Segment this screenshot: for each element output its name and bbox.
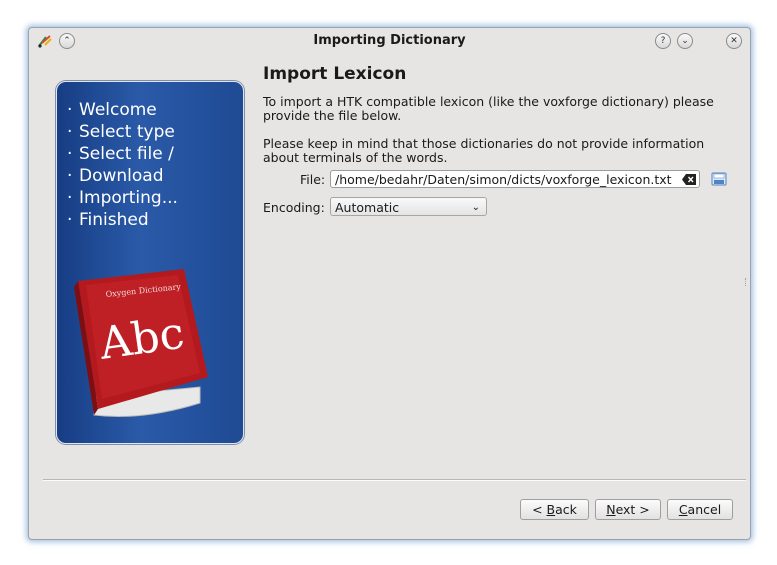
chevron-down-icon: ⌄: [681, 36, 689, 46]
dictionary-book-icon: Oxygen Dictionary Abc: [74, 269, 208, 417]
resize-grip[interactable]: [745, 278, 748, 286]
step-select-type: Select type: [67, 121, 178, 143]
cancel-accelerator: C: [678, 502, 688, 517]
encoding-select[interactable]: Automatic ⌄: [330, 197, 487, 216]
step-welcome: Welcome: [67, 99, 178, 121]
back-accelerator: B: [546, 502, 556, 517]
note-text-line2: about terminals of the words.: [263, 150, 448, 165]
step-finished: Finished: [67, 209, 178, 231]
dialog-window: ⌃ Importing Dictionary ? ⌄ ✕ Welcome Sel…: [28, 27, 751, 540]
file-label: File:: [300, 172, 326, 187]
button-divider: [43, 479, 746, 481]
step-download: Download: [67, 165, 178, 187]
cancel-label-rest: ancel: [687, 502, 722, 517]
intro-text-line1: To import a HTK compatible lexicon (like…: [263, 94, 714, 109]
intro-text-line2: provide the file below.: [263, 108, 402, 123]
back-label-rest: ack: [555, 502, 577, 517]
encoding-label: Encoding:: [263, 200, 325, 215]
wizard-side-panel: Welcome Select type Select file / Downlo…: [56, 81, 244, 444]
wizard-steps-list: Welcome Select type Select file / Downlo…: [67, 99, 178, 231]
back-button[interactable]: < Back: [520, 499, 589, 520]
close-button[interactable]: ✕: [726, 33, 742, 49]
back-prefix: <: [532, 502, 547, 517]
minimize-button[interactable]: ⌄: [677, 33, 693, 49]
clear-input-icon[interactable]: [682, 174, 696, 185]
next-label-rest: ext >: [615, 502, 650, 517]
open-file-icon[interactable]: [711, 171, 727, 187]
close-icon: ✕: [730, 36, 738, 46]
title-bar[interactable]: ⌃ Importing Dictionary ? ⌄ ✕: [29, 28, 750, 54]
page-title: Import Lexicon: [263, 64, 407, 84]
file-path-value: /home/bedahr/Daten/simon/dicts/voxforge_…: [335, 172, 672, 187]
cancel-button[interactable]: Cancel: [667, 499, 733, 520]
note-text-line1: Please keep in mind that those dictionar…: [263, 136, 705, 151]
next-accelerator: N: [606, 502, 616, 517]
encoding-selected-value: Automatic: [335, 200, 400, 215]
chevron-down-icon: ⌄: [471, 202, 480, 213]
next-button[interactable]: Next >: [595, 499, 661, 520]
question-icon: ?: [660, 36, 666, 46]
window-title: Importing Dictionary: [313, 33, 466, 48]
help-button[interactable]: ?: [655, 33, 671, 49]
step-importing: Importing...: [67, 187, 178, 209]
step-select-file: Select file /: [67, 143, 178, 165]
file-path-input[interactable]: /home/bedahr/Daten/simon/dicts/voxforge_…: [330, 170, 700, 188]
